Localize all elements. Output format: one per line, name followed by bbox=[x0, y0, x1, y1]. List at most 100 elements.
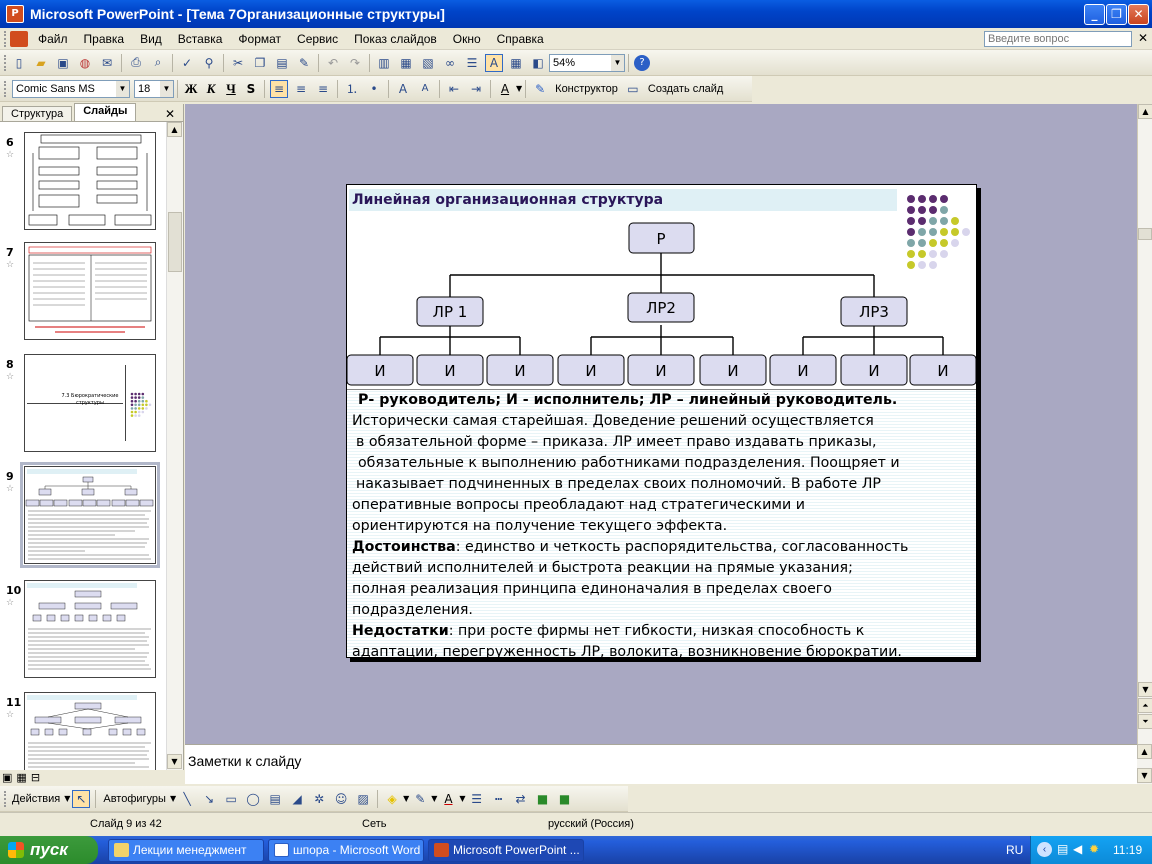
arrow-icon[interactable]: ↘ bbox=[200, 790, 218, 808]
spelling-icon[interactable]: ✓ bbox=[178, 54, 196, 72]
org-executor-7[interactable]: И bbox=[769, 354, 837, 386]
taskbar-item-powerpoint[interactable]: Microsoft PowerPoint ... bbox=[428, 839, 584, 862]
expand-all-icon[interactable]: ☰ bbox=[463, 54, 481, 72]
powerpoint-icon[interactable]: P bbox=[6, 5, 24, 23]
permission-icon[interactable]: ◍ bbox=[76, 54, 94, 72]
scroll-up-icon[interactable]: ▲ bbox=[167, 122, 182, 137]
menu-view[interactable]: Вид bbox=[132, 32, 170, 46]
slideshow-view-icon[interactable]: ⊟ bbox=[31, 771, 40, 784]
research-icon[interactable]: ⚲ bbox=[200, 54, 218, 72]
org-executor-5[interactable]: И bbox=[627, 354, 695, 386]
hyperlink-icon[interactable]: ∞ bbox=[441, 54, 459, 72]
line-icon[interactable]: ╲ bbox=[178, 790, 196, 808]
chevron-down-icon[interactable]: ▼ bbox=[611, 54, 624, 71]
help-icon[interactable]: ? bbox=[634, 54, 650, 71]
print-icon[interactable]: ⎙ bbox=[127, 54, 145, 72]
scroll-up-icon[interactable]: ▲ bbox=[1137, 744, 1152, 759]
slide-thumbnail-10[interactable] bbox=[24, 580, 156, 678]
tab-slides[interactable]: Слайды bbox=[74, 103, 137, 121]
table-icon[interactable]: ▦ bbox=[397, 54, 415, 72]
new-slide-button[interactable]: Создать слайд bbox=[648, 83, 723, 95]
bold-button[interactable]: Ж bbox=[181, 81, 201, 97]
chevron-down-icon[interactable]: ▼ bbox=[431, 794, 437, 803]
chevron-down-icon[interactable]: ▼ bbox=[160, 80, 173, 97]
org-executor-1[interactable]: И bbox=[347, 354, 414, 386]
increase-indent-icon[interactable]: ⇥ bbox=[467, 80, 485, 98]
zoom-select[interactable]: 54% ▼ bbox=[549, 53, 625, 72]
toolbar-grip[interactable] bbox=[4, 790, 8, 807]
align-left-icon[interactable]: ≡ bbox=[270, 79, 288, 98]
org-executor-9[interactable]: И bbox=[909, 354, 976, 386]
editing-scrollbar[interactable]: ▲ ▼ ⏶ ⏷ bbox=[1137, 104, 1152, 744]
line-style-icon[interactable]: ☰ bbox=[468, 790, 486, 808]
print-preview-icon[interactable]: ⌕ bbox=[149, 54, 167, 72]
org-manager-1[interactable]: ЛР 1 bbox=[416, 296, 484, 327]
chevron-down-icon[interactable]: ▼ bbox=[170, 794, 176, 803]
decrease-font-icon[interactable]: A bbox=[416, 80, 434, 98]
slide-thumbnail-11[interactable] bbox=[24, 692, 156, 770]
font-size-select[interactable]: 18 ▼ bbox=[134, 79, 174, 98]
diagram-icon[interactable]: ✲ bbox=[310, 790, 328, 808]
chevron-down-icon[interactable]: ▼ bbox=[459, 794, 465, 803]
scroll-up-icon[interactable]: ▲ bbox=[1138, 104, 1152, 119]
fill-color-icon[interactable]: ◈ bbox=[383, 790, 401, 808]
antivirus-icon[interactable]: ✹ bbox=[1089, 842, 1099, 856]
arrow-style-icon[interactable]: ⇄ bbox=[512, 790, 530, 808]
slide-thumbnail-8[interactable]: 7.3 Бюрократические структуры bbox=[24, 354, 156, 452]
show-formatting-icon[interactable]: A bbox=[485, 53, 503, 72]
org-chart[interactable]: Р ЛР 1 ЛР2 ЛР3 И И И И И И И И И bbox=[347, 213, 977, 389]
chart-icon[interactable]: ▥ bbox=[375, 54, 393, 72]
align-center-icon[interactable]: ≡ bbox=[292, 80, 310, 98]
org-executor-2[interactable]: И bbox=[416, 354, 484, 386]
pane-close-icon[interactable]: ✕ bbox=[165, 107, 175, 121]
tables-borders-icon[interactable]: ▧ bbox=[419, 54, 437, 72]
scroll-down-icon[interactable]: ▼ bbox=[167, 754, 182, 769]
tray-expand-icon[interactable]: ‹ bbox=[1037, 842, 1052, 857]
taskbar-item-word[interactable]: шпора - Microsoft Word bbox=[268, 839, 424, 862]
redo-icon[interactable]: ↷ bbox=[346, 54, 364, 72]
slide-thumbnail-6[interactable] bbox=[24, 132, 156, 230]
menu-window[interactable]: Окно bbox=[445, 32, 489, 46]
copy-icon[interactable]: ❐ bbox=[251, 54, 269, 72]
shadow-button[interactable]: S bbox=[241, 82, 261, 96]
numbering-icon[interactable]: ⒈ bbox=[343, 80, 361, 98]
taskbar-item-folder[interactable]: Лекции менеджмент bbox=[108, 839, 264, 862]
rectangle-icon[interactable]: ▭ bbox=[222, 790, 240, 808]
toolbar-grip[interactable] bbox=[4, 30, 8, 47]
close-button[interactable]: ✕ bbox=[1128, 4, 1149, 25]
menu-insert[interactable]: Вставка bbox=[170, 32, 231, 46]
decrease-indent-icon[interactable]: ⇤ bbox=[445, 80, 463, 98]
slide-editing-area[interactable]: Линейная организационная структура Р ЛР … bbox=[185, 104, 1137, 744]
menu-slideshow[interactable]: Показ слайдов bbox=[346, 32, 445, 46]
3d-style-icon[interactable]: ■ bbox=[556, 790, 574, 808]
menu-tools[interactable]: Сервис bbox=[289, 32, 346, 46]
org-manager-3[interactable]: ЛР3 bbox=[840, 296, 908, 327]
org-executor-8[interactable]: И bbox=[840, 354, 908, 386]
toolbar-grip[interactable] bbox=[4, 80, 8, 97]
color-grayscale-icon[interactable]: ◧ bbox=[529, 54, 547, 72]
shadow-style-icon[interactable]: ■ bbox=[534, 790, 552, 808]
font-color-icon[interactable]: A bbox=[439, 790, 457, 808]
save-icon[interactable]: ▣ bbox=[54, 54, 72, 72]
designer-button[interactable]: Конструктор bbox=[555, 83, 618, 95]
format-painter-icon[interactable]: ✎ bbox=[295, 54, 313, 72]
chevron-down-icon[interactable]: ▼ bbox=[516, 84, 522, 93]
title-bar[interactable]: P Microsoft PowerPoint - [Тема 7Организа… bbox=[0, 0, 1152, 28]
org-executor-3[interactable]: И bbox=[486, 354, 554, 386]
maximize-button[interactable]: ❐ bbox=[1106, 4, 1127, 25]
org-executor-6[interactable]: И bbox=[699, 354, 767, 386]
grid-icon[interactable]: ▦ bbox=[507, 54, 525, 72]
notes-scrollbar[interactable]: ▲ ▼ bbox=[1137, 744, 1152, 784]
org-manager-2[interactable]: ЛР2 bbox=[627, 292, 695, 323]
textbox-icon[interactable]: ▤ bbox=[266, 790, 284, 808]
slide-sorter-icon[interactable]: ▦ bbox=[16, 771, 26, 784]
slide-body-text[interactable]: Р- руководитель; И - исполнитель; ЛР – л… bbox=[347, 389, 976, 657]
menu-edit[interactable]: Правка bbox=[76, 32, 133, 46]
scroll-down-icon[interactable]: ▼ bbox=[1138, 682, 1152, 697]
font-color-icon[interactable]: A bbox=[496, 80, 514, 98]
org-top[interactable]: Р bbox=[628, 222, 695, 254]
designer-icon[interactable]: ✎ bbox=[531, 80, 549, 98]
undo-icon[interactable]: ↶ bbox=[324, 54, 342, 72]
oval-icon[interactable]: ◯ bbox=[244, 790, 262, 808]
scroll-thumb[interactable] bbox=[168, 212, 182, 272]
